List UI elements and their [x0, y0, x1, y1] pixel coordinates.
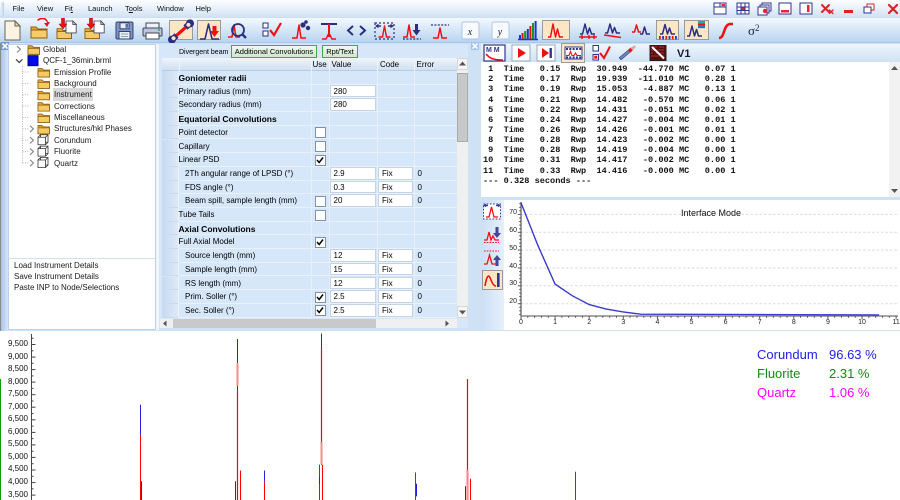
svg-text:V1: V1	[677, 48, 690, 60]
svg-text:σ2: σ2	[748, 23, 760, 38]
svg-text:M M: M M	[486, 47, 500, 54]
svg-text:y: y	[497, 27, 503, 38]
svg-text:x: x	[467, 27, 473, 38]
